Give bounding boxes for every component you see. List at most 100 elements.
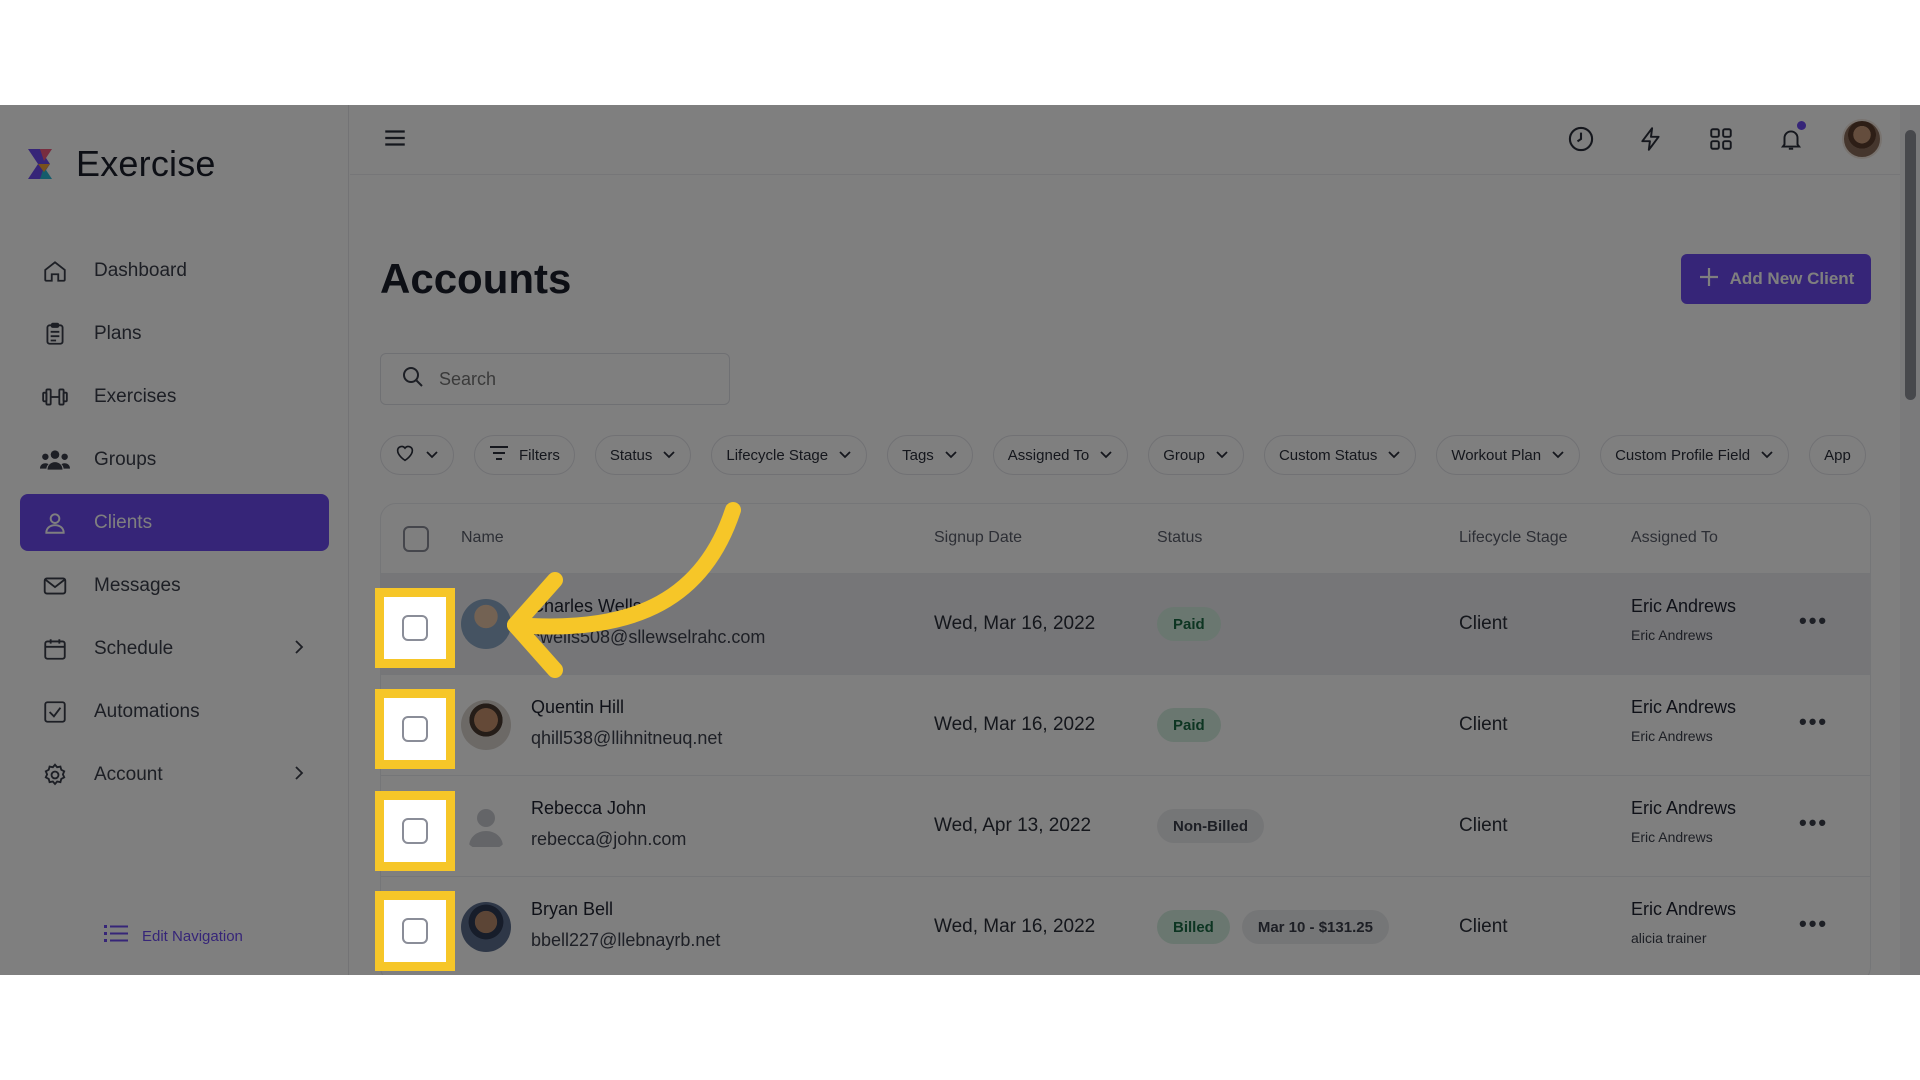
filter-lines-icon <box>489 445 509 465</box>
row-checkbox[interactable] <box>402 918 428 944</box>
more-options-icon[interactable]: ••• <box>1799 810 1828 836</box>
sidebar-item-label: Dashboard <box>94 260 187 282</box>
more-options-icon[interactable]: ••• <box>1799 608 1828 634</box>
edit-navigation-label: Edit Navigation <box>142 928 243 945</box>
row-checkbox[interactable] <box>402 716 428 742</box>
table-row[interactable]: Rebecca John rebecca@john.com Wed, Apr 1… <box>381 776 1870 877</box>
chevron-down-icon <box>1551 447 1565 464</box>
bell-icon[interactable] <box>1772 119 1810 159</box>
highlight-checkbox-row-4[interactable] <box>375 891 455 971</box>
more-options-icon[interactable]: ••• <box>1799 709 1828 735</box>
row-checkbox[interactable] <box>402 818 428 844</box>
scroll-thumb[interactable] <box>1905 130 1916 400</box>
filter-label: App <box>1824 447 1851 464</box>
scrollbar[interactable] <box>1900 105 1920 975</box>
clock-icon[interactable] <box>1562 119 1600 159</box>
status-filter[interactable]: Status <box>595 435 692 475</box>
client-name[interactable]: Quentin Hill <box>531 697 722 718</box>
add-new-client-button[interactable]: Add New Client <box>1681 254 1871 304</box>
assigned-to: Eric Andrews Eric Andrews <box>1631 596 1736 643</box>
row-checkbox[interactable] <box>402 615 428 641</box>
column-header-lifecycle-stage[interactable]: Lifecycle Stage <box>1459 529 1568 547</box>
highlight-checkbox-row-3[interactable] <box>375 791 455 871</box>
signup-date: Wed, Mar 16, 2022 <box>934 714 1095 736</box>
assigned-to: Eric Andrews alicia trainer <box>1631 899 1736 946</box>
custom-profile-field-filter[interactable]: Custom Profile Field <box>1600 435 1789 475</box>
select-all-checkbox[interactable] <box>403 526 429 552</box>
client-info: Bryan Bell bbell227@llebnayrb.net <box>531 899 720 951</box>
custom-status-filter[interactable]: Custom Status <box>1264 435 1416 475</box>
lifecycle-stage: Client <box>1459 714 1508 736</box>
status-cell: BilledMar 10 - $131.25 <box>1157 910 1401 944</box>
assigned-to-filter[interactable]: Assigned To <box>993 435 1128 475</box>
table-row[interactable]: Bryan Bell bbell227@llebnayrb.net Wed, M… <box>381 877 1870 975</box>
filters-button[interactable]: Filters <box>474 435 575 475</box>
logo-icon <box>24 145 62 183</box>
filter-bar: Filters Status Lifecycle Stage Tags Assi… <box>380 435 1866 479</box>
column-header-assigned-to[interactable]: Assigned To <box>1631 529 1718 547</box>
chevron-down-icon <box>1099 447 1113 464</box>
filter-label: Filters <box>519 447 560 464</box>
sidebar-item-messages[interactable]: Messages <box>20 557 329 614</box>
client-email: rebecca@john.com <box>531 829 686 850</box>
assigned-secondary: Eric Andrews <box>1631 627 1736 643</box>
app-filter[interactable]: App <box>1809 435 1866 475</box>
more-options-icon[interactable]: ••• <box>1799 911 1828 937</box>
menu-icon[interactable] <box>382 125 408 156</box>
default-avatar-icon <box>461 801 511 851</box>
sidebar-item-account[interactable]: Account <box>20 746 329 803</box>
app-logo[interactable]: Exercise <box>24 143 216 185</box>
client-info: Rebecca John rebecca@john.com <box>531 798 686 850</box>
status-cell: Paid <box>1157 708 1233 742</box>
sidebar: Exercise Dashboard Plans Exercises Group… <box>0 105 349 975</box>
chevron-down-icon <box>1215 447 1229 464</box>
mail-icon <box>40 571 70 601</box>
column-header-status[interactable]: Status <box>1157 529 1202 547</box>
client-name[interactable]: Rebecca John <box>531 798 686 819</box>
assigned-primary: Eric Andrews <box>1631 899 1736 920</box>
table-row[interactable]: Quentin Hill qhill538@llihnitneuq.net We… <box>381 675 1870 776</box>
sidebar-item-groups[interactable]: Groups <box>20 431 329 488</box>
sidebar-item-label: Groups <box>94 449 156 471</box>
status-badge: Paid <box>1157 607 1221 641</box>
edit-navigation-link[interactable]: Edit Navigation <box>104 923 243 949</box>
highlight-checkbox-row-1[interactable] <box>375 588 455 668</box>
sidebar-item-dashboard[interactable]: Dashboard <box>20 242 329 299</box>
sidebar-item-exercises[interactable]: Exercises <box>20 368 329 425</box>
assigned-secondary: Eric Andrews <box>1631 728 1736 744</box>
signup-date: Wed, Mar 16, 2022 <box>934 916 1095 938</box>
filter-label: Assigned To <box>1008 447 1089 464</box>
group-filter[interactable]: Group <box>1148 435 1244 475</box>
tags-filter[interactable]: Tags <box>887 435 973 475</box>
lifecycle-stage-filter[interactable]: Lifecycle Stage <box>711 435 867 475</box>
status-cell: Non-Billed <box>1157 809 1276 843</box>
lifecycle-stage: Client <box>1459 815 1508 837</box>
tutorial-arrow-icon <box>490 485 750 685</box>
sidebar-item-automations[interactable]: Automations <box>20 683 329 740</box>
client-name[interactable]: Bryan Bell <box>531 899 720 920</box>
sidebar-item-clients[interactable]: Clients <box>20 494 329 551</box>
workout-plan-filter[interactable]: Workout Plan <box>1436 435 1580 475</box>
filter-label: Custom Profile Field <box>1615 447 1750 464</box>
sidebar-item-schedule[interactable]: Schedule <box>20 620 329 677</box>
chevron-right-icon <box>293 764 305 788</box>
clipboard-icon <box>40 319 70 349</box>
favorites-filter[interactable] <box>380 435 454 475</box>
sidebar-item-plans[interactable]: Plans <box>20 305 329 362</box>
user-avatar[interactable] <box>1842 119 1882 159</box>
chevron-right-icon <box>293 638 305 662</box>
gear-icon <box>40 760 70 790</box>
add-new-client-label: Add New Client <box>1730 269 1855 289</box>
status-badge: Non-Billed <box>1157 809 1264 843</box>
highlight-checkbox-row-2[interactable] <box>375 689 455 769</box>
column-header-signup-date[interactable]: Signup Date <box>934 529 1022 547</box>
search-box[interactable] <box>380 353 730 405</box>
client-email: bbell227@llebnayrb.net <box>531 930 720 951</box>
assigned-to: Eric Andrews Eric Andrews <box>1631 697 1736 744</box>
status-badge: Billed <box>1157 910 1230 944</box>
apps-grid-icon[interactable] <box>1702 119 1740 159</box>
search-input[interactable] <box>439 369 689 390</box>
assigned-primary: Eric Andrews <box>1631 798 1736 819</box>
lightning-icon[interactable] <box>1632 119 1670 159</box>
app-window: Exercise Dashboard Plans Exercises Group… <box>0 105 1920 975</box>
